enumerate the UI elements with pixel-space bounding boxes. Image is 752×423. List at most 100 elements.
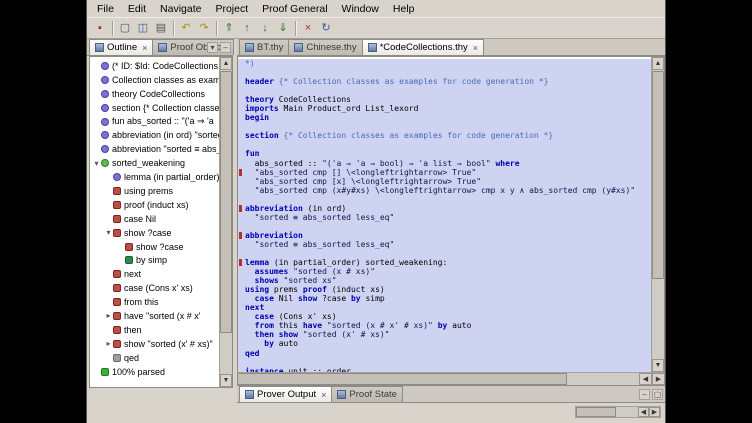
outline-item[interactable]: fun abs_sorted :: "('a ⇒ 'a (90, 115, 219, 129)
code-line[interactable]: abbreviation (in ord) (238, 204, 651, 213)
outline-item[interactable]: show ?case (90, 240, 219, 254)
outline-item[interactable]: proof (induct xs) (90, 198, 219, 212)
outline-item[interactable]: ▸have "sorted (x # x' (90, 309, 219, 323)
interrupt-icon[interactable]: × (299, 19, 317, 37)
code-line[interactable]: abs_sorted :: "('a ⇒ 'a ⇒ bool) ⇒ 'a lis… (238, 159, 651, 168)
code-line[interactable] (238, 358, 651, 367)
code-line[interactable]: fun (238, 149, 651, 158)
window-icon[interactable]: ▪ (91, 19, 109, 37)
editor-scroll-thumb[interactable] (652, 71, 664, 279)
toggle-icon[interactable]: ▾ (104, 228, 113, 237)
toggle-icon[interactable]: ▸ (104, 339, 113, 348)
scroll-right-icon[interactable]: ▶ (652, 373, 665, 385)
outline-item[interactable]: (* ID: $Id: CodeCollections.thy,v (90, 59, 219, 73)
menu-project[interactable]: Project (208, 2, 255, 16)
code-line[interactable]: imports Main Product_ord List_lexord (238, 104, 651, 113)
code-line[interactable]: header {* Collection classes as examples… (238, 77, 651, 86)
scroll-left-icon[interactable]: ◀ (638, 407, 649, 417)
code-line[interactable]: "abs_sorted cmp [x] \<longleftrightarrow… (238, 177, 651, 186)
menu-help[interactable]: Help (386, 2, 422, 16)
editor-tab-chinese-thy[interactable]: Chinese.thy (288, 39, 362, 55)
editor-hscroll-thumb[interactable] (237, 373, 567, 385)
outline-item[interactable]: ▸show "sorted (x' # xs)" (90, 337, 219, 351)
outline-item[interactable]: abbreviation "sorted ≡ abs_s (90, 142, 219, 156)
editor-tab-bt-thy[interactable]: BT.thy (239, 39, 289, 55)
menu-navigate[interactable]: Navigate (153, 2, 208, 16)
prover-output-scrollbar[interactable]: ◀ ▶ (575, 406, 661, 418)
outline-item[interactable]: qed (90, 351, 219, 365)
outline-scrollbar[interactable]: ▲ ▼ (219, 57, 232, 387)
editor-hscroll-track[interactable] (237, 373, 639, 385)
code-line[interactable]: using prems proof (induct xs) (238, 285, 651, 294)
new-file-icon[interactable]: ▢ (116, 19, 134, 37)
outline-item[interactable]: from this (90, 295, 219, 309)
close-icon[interactable]: × (321, 390, 326, 400)
code-line[interactable]: from this have "sorted (x # x' # xs)" by… (238, 321, 651, 330)
scroll-down-icon[interactable]: ▼ (652, 359, 664, 372)
menu-proof-general[interactable]: Proof General (255, 2, 334, 16)
scroll-up-icon[interactable]: ▲ (220, 57, 232, 70)
editor-vscrollbar[interactable]: ▲ ▼ (651, 57, 664, 372)
outline-item[interactable]: case Nil (90, 212, 219, 226)
toggle-icon[interactable]: ▸ (104, 311, 113, 320)
minimize-view-icon[interactable]: – (639, 389, 650, 400)
undo-icon[interactable]: ↶ (177, 19, 195, 37)
outline-scroll-thumb[interactable] (220, 71, 232, 333)
outline-item[interactable]: ▾sorted_weakening (90, 156, 219, 170)
redo-icon[interactable]: ↷ (195, 19, 213, 37)
next-step-icon[interactable]: ↓ (256, 19, 274, 37)
outline-item[interactable]: lemma (in partial_order) so (90, 170, 219, 184)
prover-scroll-track[interactable] (576, 407, 638, 417)
code-line[interactable]: qed (238, 349, 651, 358)
code-line[interactable]: abbreviation (238, 231, 651, 240)
outline-item[interactable]: next (90, 267, 219, 281)
code-line[interactable]: section {* Collection classes as example… (238, 131, 651, 140)
outline-item[interactable]: ▾show ?case (90, 226, 219, 240)
outline-item[interactable]: by simp (90, 253, 219, 267)
menu-file[interactable]: File (90, 2, 121, 16)
code-line[interactable]: "sorted ≡ abs_sorted less_eq" (238, 213, 651, 222)
close-icon[interactable]: × (473, 43, 478, 53)
outline-item[interactable]: then (90, 323, 219, 337)
code-line[interactable]: by auto (238, 339, 651, 348)
menu-window[interactable]: Window (335, 2, 386, 16)
undo-step-icon[interactable]: ↑ (238, 19, 256, 37)
code-line[interactable]: instance unit :: order (238, 367, 651, 372)
code-line[interactable]: assumes "sorted (x # xs)" (238, 267, 651, 276)
close-icon[interactable]: × (142, 43, 147, 53)
outline-item[interactable]: abbreviation (in ord) "sorted (90, 128, 219, 142)
outline-item[interactable]: 100% parsed (90, 365, 219, 379)
code-line[interactable] (238, 86, 651, 95)
code-line[interactable]: shows "sorted xs" (238, 276, 651, 285)
save-icon[interactable]: ◫ (134, 19, 152, 37)
scroll-left-icon[interactable]: ◀ (639, 373, 652, 385)
code-line[interactable] (238, 195, 651, 204)
goto-start-icon[interactable]: ⇑ (220, 19, 238, 37)
goto-end-icon[interactable]: ⇓ (274, 19, 292, 37)
view-menu-icon[interactable]: ▾ (207, 42, 218, 53)
code-line[interactable]: begin (238, 113, 651, 122)
outline-item[interactable]: Collection classes as examples (90, 73, 219, 87)
code-line[interactable]: theory CodeCollections (238, 95, 651, 104)
editor-scroll-track[interactable] (652, 70, 664, 359)
editor-hscrollbar[interactable]: ◀ ▶ (237, 372, 665, 385)
code-line[interactable]: "abs_sorted cmp (x#y#xs) \<longleftright… (238, 186, 651, 195)
code-line[interactable]: "abs_sorted cmp [] \<longleftrightarrow>… (238, 168, 651, 177)
code-line[interactable]: case Nil show ?case by simp (238, 294, 651, 303)
code-line[interactable] (238, 249, 651, 258)
print-icon[interactable]: ▤ (152, 19, 170, 37)
outline-item[interactable]: theory CodeCollections (90, 87, 219, 101)
scroll-up-icon[interactable]: ▲ (652, 57, 664, 70)
toggle-icon[interactable]: ▾ (92, 159, 101, 168)
prover-scroll-thumb[interactable] (576, 407, 616, 417)
code-line[interactable]: next (238, 303, 651, 312)
code-line[interactable]: *) (238, 59, 651, 68)
scroll-right-icon[interactable]: ▶ (649, 407, 660, 417)
outline-scroll-track[interactable] (220, 70, 232, 374)
maximize-view-icon[interactable]: ▢ (652, 389, 663, 400)
code-area[interactable]: *) header {* Collection classes as examp… (238, 57, 651, 372)
code-line[interactable] (238, 222, 651, 231)
scroll-down-icon[interactable]: ▼ (220, 374, 232, 387)
code-line[interactable] (238, 140, 651, 149)
view-tab-outline[interactable]: Outline× (89, 39, 153, 55)
